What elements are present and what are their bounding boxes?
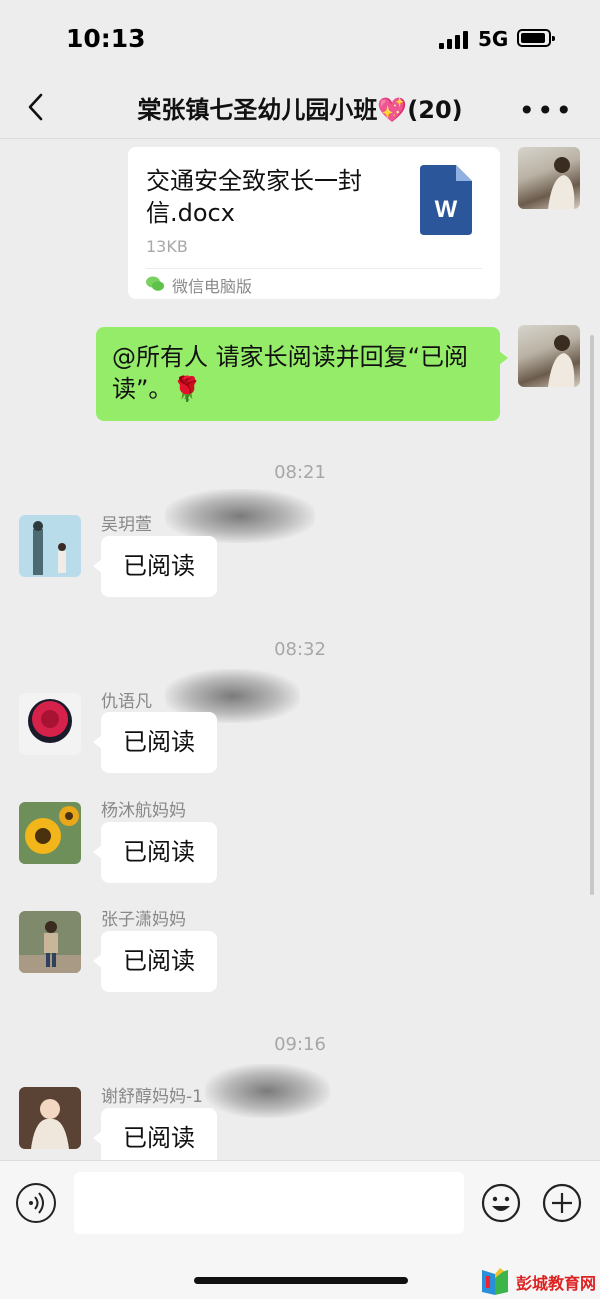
book-logo-icon <box>482 1268 508 1295</box>
back-icon[interactable] <box>22 92 52 122</box>
divider <box>146 268 482 269</box>
word-doc-icon: W <box>420 165 472 235</box>
sender-name: 谢舒醇妈妈-1 <box>101 1087 203 1107</box>
sender-name: 杨沐航妈妈 <box>101 801 186 821</box>
reply-message[interactable]: 已阅读 <box>93 822 217 883</box>
mention-message[interactable]: @所有人 请家长阅读并回复“已阅读”。🌹 <box>96 327 508 421</box>
status-bar: 10:13 5G <box>0 0 600 80</box>
network-label: 5G <box>478 27 509 51</box>
watermark: 彭城教育网 <box>480 1267 596 1297</box>
avatar[interactable] <box>19 515 81 577</box>
self-avatar[interactable] <box>518 325 580 387</box>
file-name: 交通安全致家长一封信.docx <box>146 167 362 227</box>
watermark-text: 彭城教育网 <box>516 1274 597 1293</box>
sender-name: 吴玥萱 <box>101 515 152 535</box>
svg-text:W: W <box>435 196 458 223</box>
chat-title: 棠张镇七圣幼儿园小班💖(20) <box>137 96 463 124</box>
input-bar: 彭城教育网 <box>0 1160 600 1299</box>
status-time: 10:13 <box>66 24 146 53</box>
timestamp: 09:16 <box>274 1034 326 1055</box>
scrollbar[interactable] <box>590 335 594 895</box>
reply-message[interactable]: 已阅读 <box>93 1108 217 1160</box>
signal-icon <box>439 31 469 49</box>
timestamp: 08:21 <box>274 462 326 483</box>
self-avatar[interactable] <box>518 147 580 209</box>
wechat-icon <box>146 276 164 291</box>
avatar[interactable] <box>19 802 81 864</box>
battery-icon <box>517 29 555 47</box>
avatar[interactable] <box>19 1087 81 1149</box>
reply-message[interactable]: 已阅读 <box>93 536 217 597</box>
sender-name: 仇语凡 <box>101 692 152 712</box>
avatar[interactable] <box>19 911 81 973</box>
message-input[interactable] <box>74 1172 464 1234</box>
chat-messages[interactable]: 交通安全致家长一封信.docx 13KB W 微信电脑版 @所有人 请家长阅读并… <box>0 139 600 1160</box>
file-message[interactable]: 交通安全致家长一封信.docx 13KB W 微信电脑版 <box>128 147 500 299</box>
plus-icon[interactable] <box>542 1183 582 1223</box>
sender-name: 张子潇妈妈 <box>101 910 186 930</box>
reply-message[interactable]: 已阅读 <box>93 712 217 773</box>
emoji-icon[interactable] <box>481 1183 521 1223</box>
reply-message[interactable]: 已阅读 <box>93 931 217 992</box>
avatar[interactable] <box>19 693 81 755</box>
chat-header: 棠张镇七圣幼儿园小班💖(20) ••• <box>0 80 600 139</box>
voice-icon[interactable] <box>16 1183 56 1223</box>
file-source: 微信电脑版 <box>172 277 253 296</box>
blurred-region <box>165 489 315 543</box>
blurred-region <box>205 1064 330 1118</box>
home-indicator <box>194 1277 408 1284</box>
timestamp: 08:32 <box>274 639 326 660</box>
file-size: 13KB <box>146 237 188 256</box>
more-icon[interactable]: ••• <box>518 94 574 127</box>
